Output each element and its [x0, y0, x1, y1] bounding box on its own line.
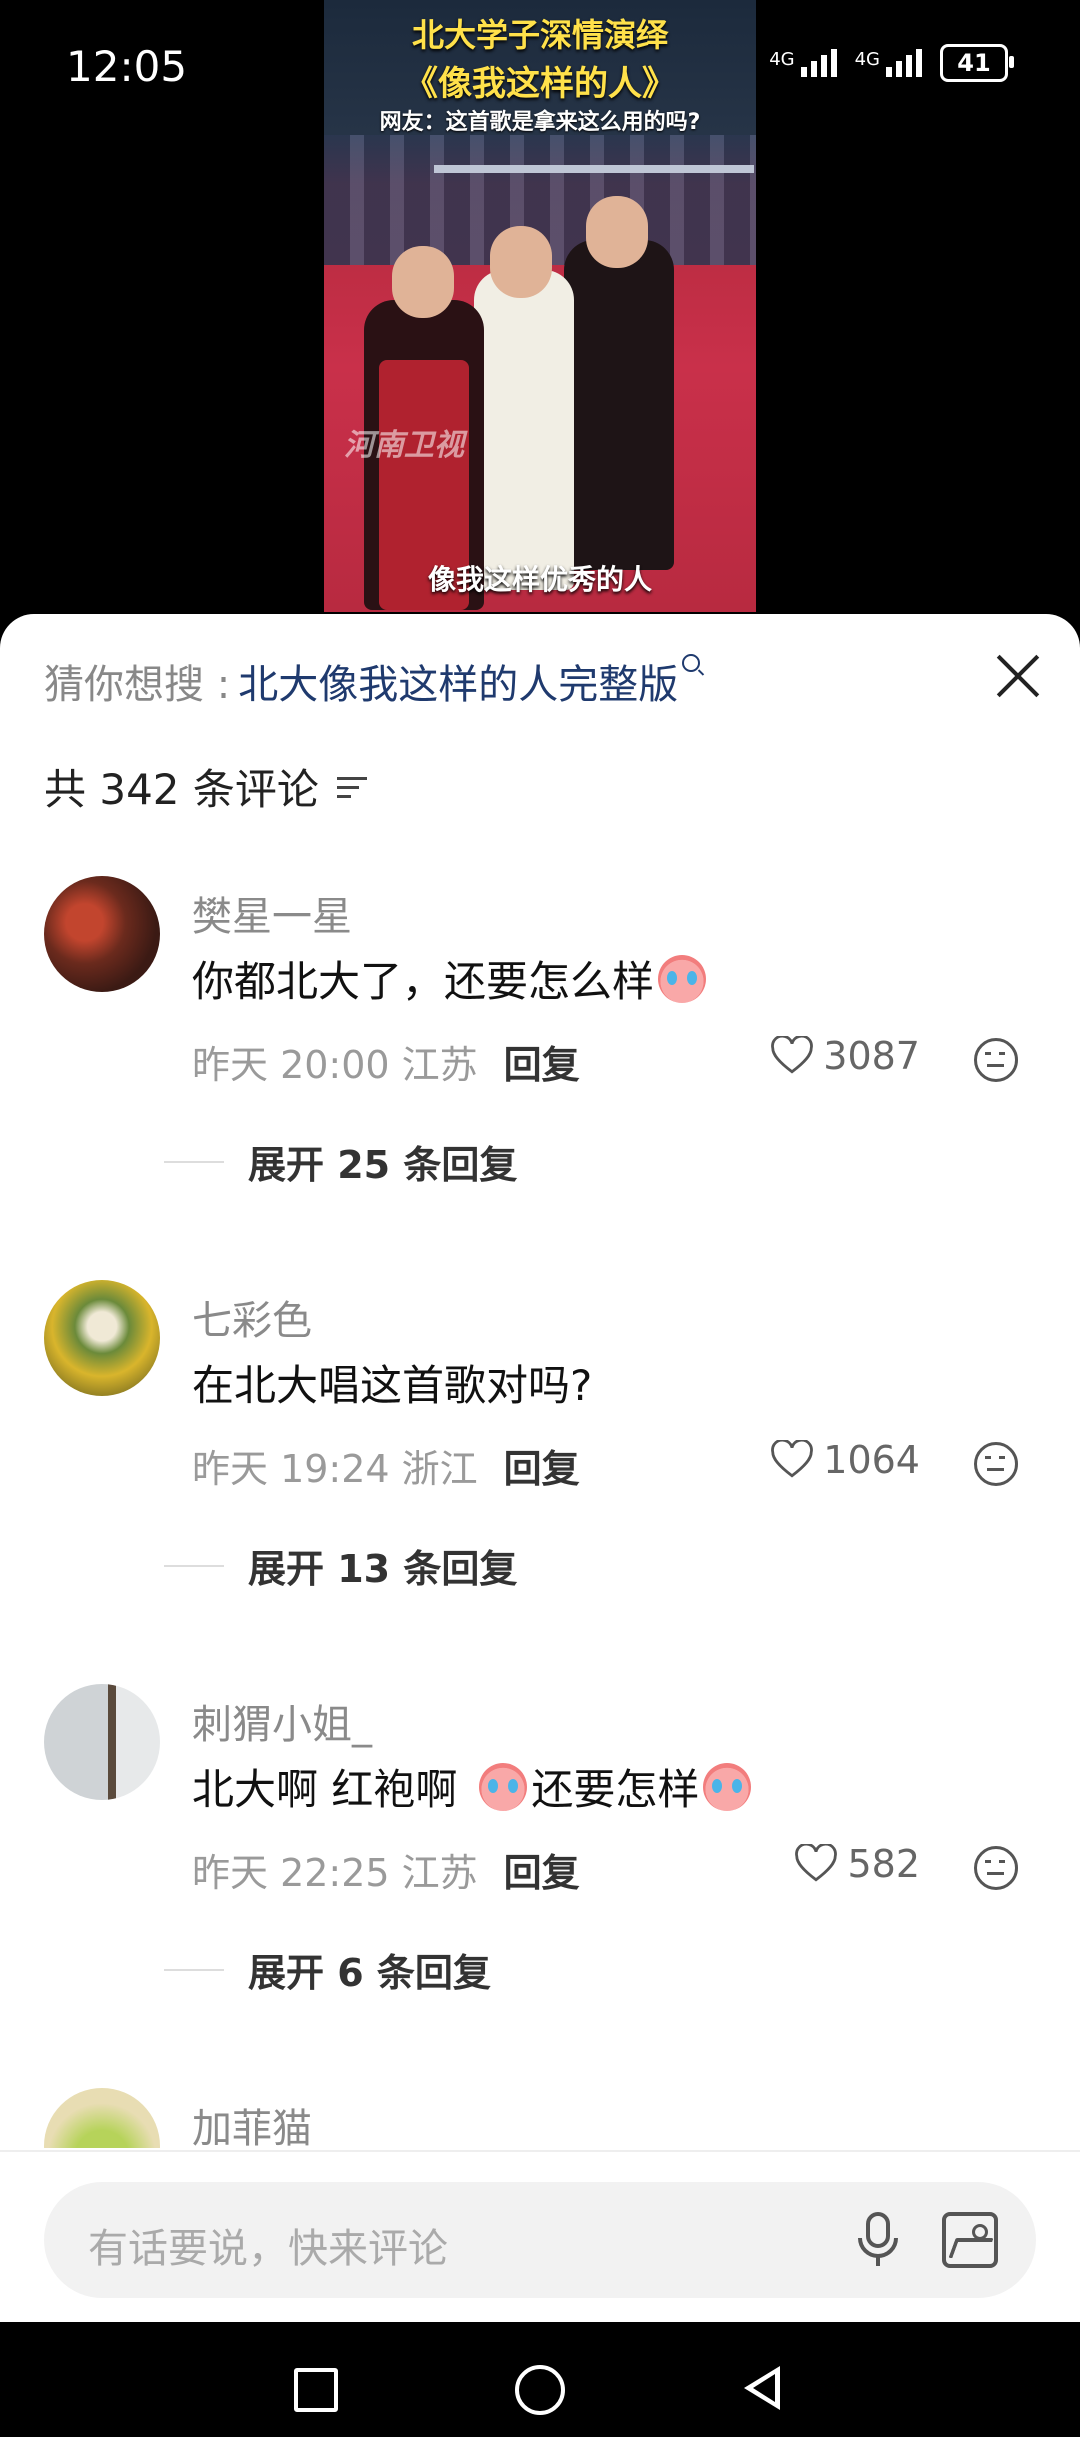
- back-button[interactable]: [744, 2366, 780, 2410]
- crying-emoji-icon: [658, 954, 707, 1003]
- video-figure: [474, 270, 574, 590]
- comment-count-label: 共 342 条评论: [44, 765, 319, 814]
- suggestion-query[interactable]: 北大像我这样的人完整版: [238, 652, 678, 710]
- battery-icon: 41: [940, 44, 1014, 82]
- signal-icon: 4G: [769, 49, 837, 77]
- comment-username[interactable]: 刺猬小姐_: [192, 1692, 372, 1750]
- like-count: 1064: [823, 1438, 920, 1482]
- comment-username[interactable]: 七彩色: [192, 1288, 312, 1346]
- avatar[interactable]: [44, 876, 160, 992]
- image-icon[interactable]: [942, 2212, 998, 2268]
- like-button[interactable]: 3087: [771, 1034, 920, 1078]
- comment-input[interactable]: 有话要说，快来评论: [44, 2182, 1036, 2298]
- like-button[interactable]: 582: [795, 1842, 920, 1886]
- comment-time: 昨天 19:24 浙江: [192, 1447, 478, 1491]
- video-figure: [564, 240, 674, 570]
- status-time: 12:05: [66, 42, 188, 91]
- comment-meta: 昨天 19:24 浙江 回复: [192, 1438, 580, 1493]
- comment-text: 北大啊 红袍啊 还要怎样: [192, 1756, 755, 1817]
- divider: [164, 1968, 224, 1971]
- dislike-icon[interactable]: [974, 1442, 1018, 1486]
- comment-time: 昨天 22:25 江苏: [192, 1851, 478, 1895]
- comment-text: 你都北大了，还要怎么样: [192, 948, 710, 1009]
- video-watermark: 河南卫视: [344, 428, 464, 463]
- like-button[interactable]: 1064: [771, 1438, 920, 1482]
- video-figure: [490, 226, 552, 298]
- dislike-icon[interactable]: [974, 1846, 1018, 1890]
- divider: [164, 1564, 224, 1567]
- video-title: 《像我这样的人》: [404, 64, 676, 104]
- comment-panel: 猜你想搜 : 北大像我这样的人完整版 共 342 条评论 樊星一星 你都北大了，…: [0, 614, 1080, 2322]
- crying-emoji-icon: [703, 1762, 752, 1811]
- status-indicators: 4G 4G 41: [769, 44, 1014, 82]
- signal-icon: 4G: [855, 49, 922, 77]
- comment-username[interactable]: 加菲猫: [192, 2096, 312, 2148]
- avatar[interactable]: [44, 1684, 160, 1800]
- reply-button[interactable]: 回复: [504, 1438, 580, 1493]
- divider: [164, 1160, 224, 1163]
- like-count: 3087: [823, 1034, 920, 1078]
- video-figure: [392, 246, 454, 318]
- comment-item: 刺猬小姐_ 北大啊 红袍啊 还要怎样 昨天 22:25 江苏 回复 582 展开 6…: [0, 1684, 1080, 2024]
- dislike-icon[interactable]: [974, 1038, 1018, 1082]
- search-suggestion[interactable]: 猜你想搜 : 北大像我这样的人完整版: [44, 652, 701, 710]
- reply-button[interactable]: 回复: [504, 1034, 580, 1089]
- heart-icon: [771, 1036, 814, 1074]
- video-subtitle: 网友：这首歌是拿来这么用的吗?: [379, 110, 701, 135]
- sort-icon[interactable]: [336, 775, 367, 799]
- comment-input-placeholder: 有话要说，快来评论: [88, 2226, 448, 2272]
- crying-emoji-icon: [479, 1762, 528, 1811]
- system-navigation-bar: [0, 2322, 1080, 2437]
- heart-icon: [795, 1844, 838, 1882]
- video-caption: 像我这样优秀的人: [427, 563, 652, 596]
- reply-button[interactable]: 回复: [504, 1842, 580, 1897]
- recent-apps-button[interactable]: [294, 2368, 338, 2412]
- expand-replies-button[interactable]: 展开 25 条回复: [164, 1134, 517, 1189]
- video-player[interactable]: 北大学子深情演绎 《像我这样的人》 网友：这首歌是拿来这么用的吗? 河南卫视 像…: [324, 0, 756, 612]
- comment-meta: 昨天 20:00 江苏 回复: [192, 1034, 580, 1089]
- comment-text: 在北大唱这首歌对吗?: [192, 1361, 593, 1410]
- comment-item: 樊星一星 你都北大了，还要怎么样 昨天 20:00 江苏 回复 3087 展开 2…: [0, 876, 1080, 1216]
- close-button[interactable]: [994, 652, 1042, 700]
- comment-item: 七彩色 在北大唱这首歌对吗? 昨天 19:24 浙江 回复 1064 展开 13 …: [0, 1280, 1080, 1620]
- comment-time: 昨天 20:00 江苏: [192, 1043, 478, 1087]
- video-title: 北大学子深情演绎: [411, 16, 668, 54]
- divider: [0, 2150, 1080, 2152]
- microphone-icon[interactable]: [854, 2210, 902, 2270]
- comment-username[interactable]: 樊星一星: [192, 884, 352, 942]
- video-decor: [434, 165, 754, 173]
- comment-count: 共 342 条评论: [44, 756, 367, 817]
- heart-icon: [771, 1440, 814, 1478]
- video-figure: [586, 196, 648, 268]
- like-count: 582: [847, 1842, 920, 1886]
- avatar[interactable]: [44, 2088, 160, 2148]
- comment-item: 加菲猫: [0, 2088, 1080, 2148]
- home-button[interactable]: [515, 2365, 565, 2415]
- avatar[interactable]: [44, 1280, 160, 1396]
- suggestion-prefix: 猜你想搜 :: [44, 662, 231, 708]
- search-icon: [682, 654, 701, 672]
- comment-meta: 昨天 22:25 江苏 回复: [192, 1842, 580, 1897]
- expand-replies-button[interactable]: 展开 6 条回复: [164, 1942, 491, 1997]
- expand-replies-button[interactable]: 展开 13 条回复: [164, 1538, 517, 1593]
